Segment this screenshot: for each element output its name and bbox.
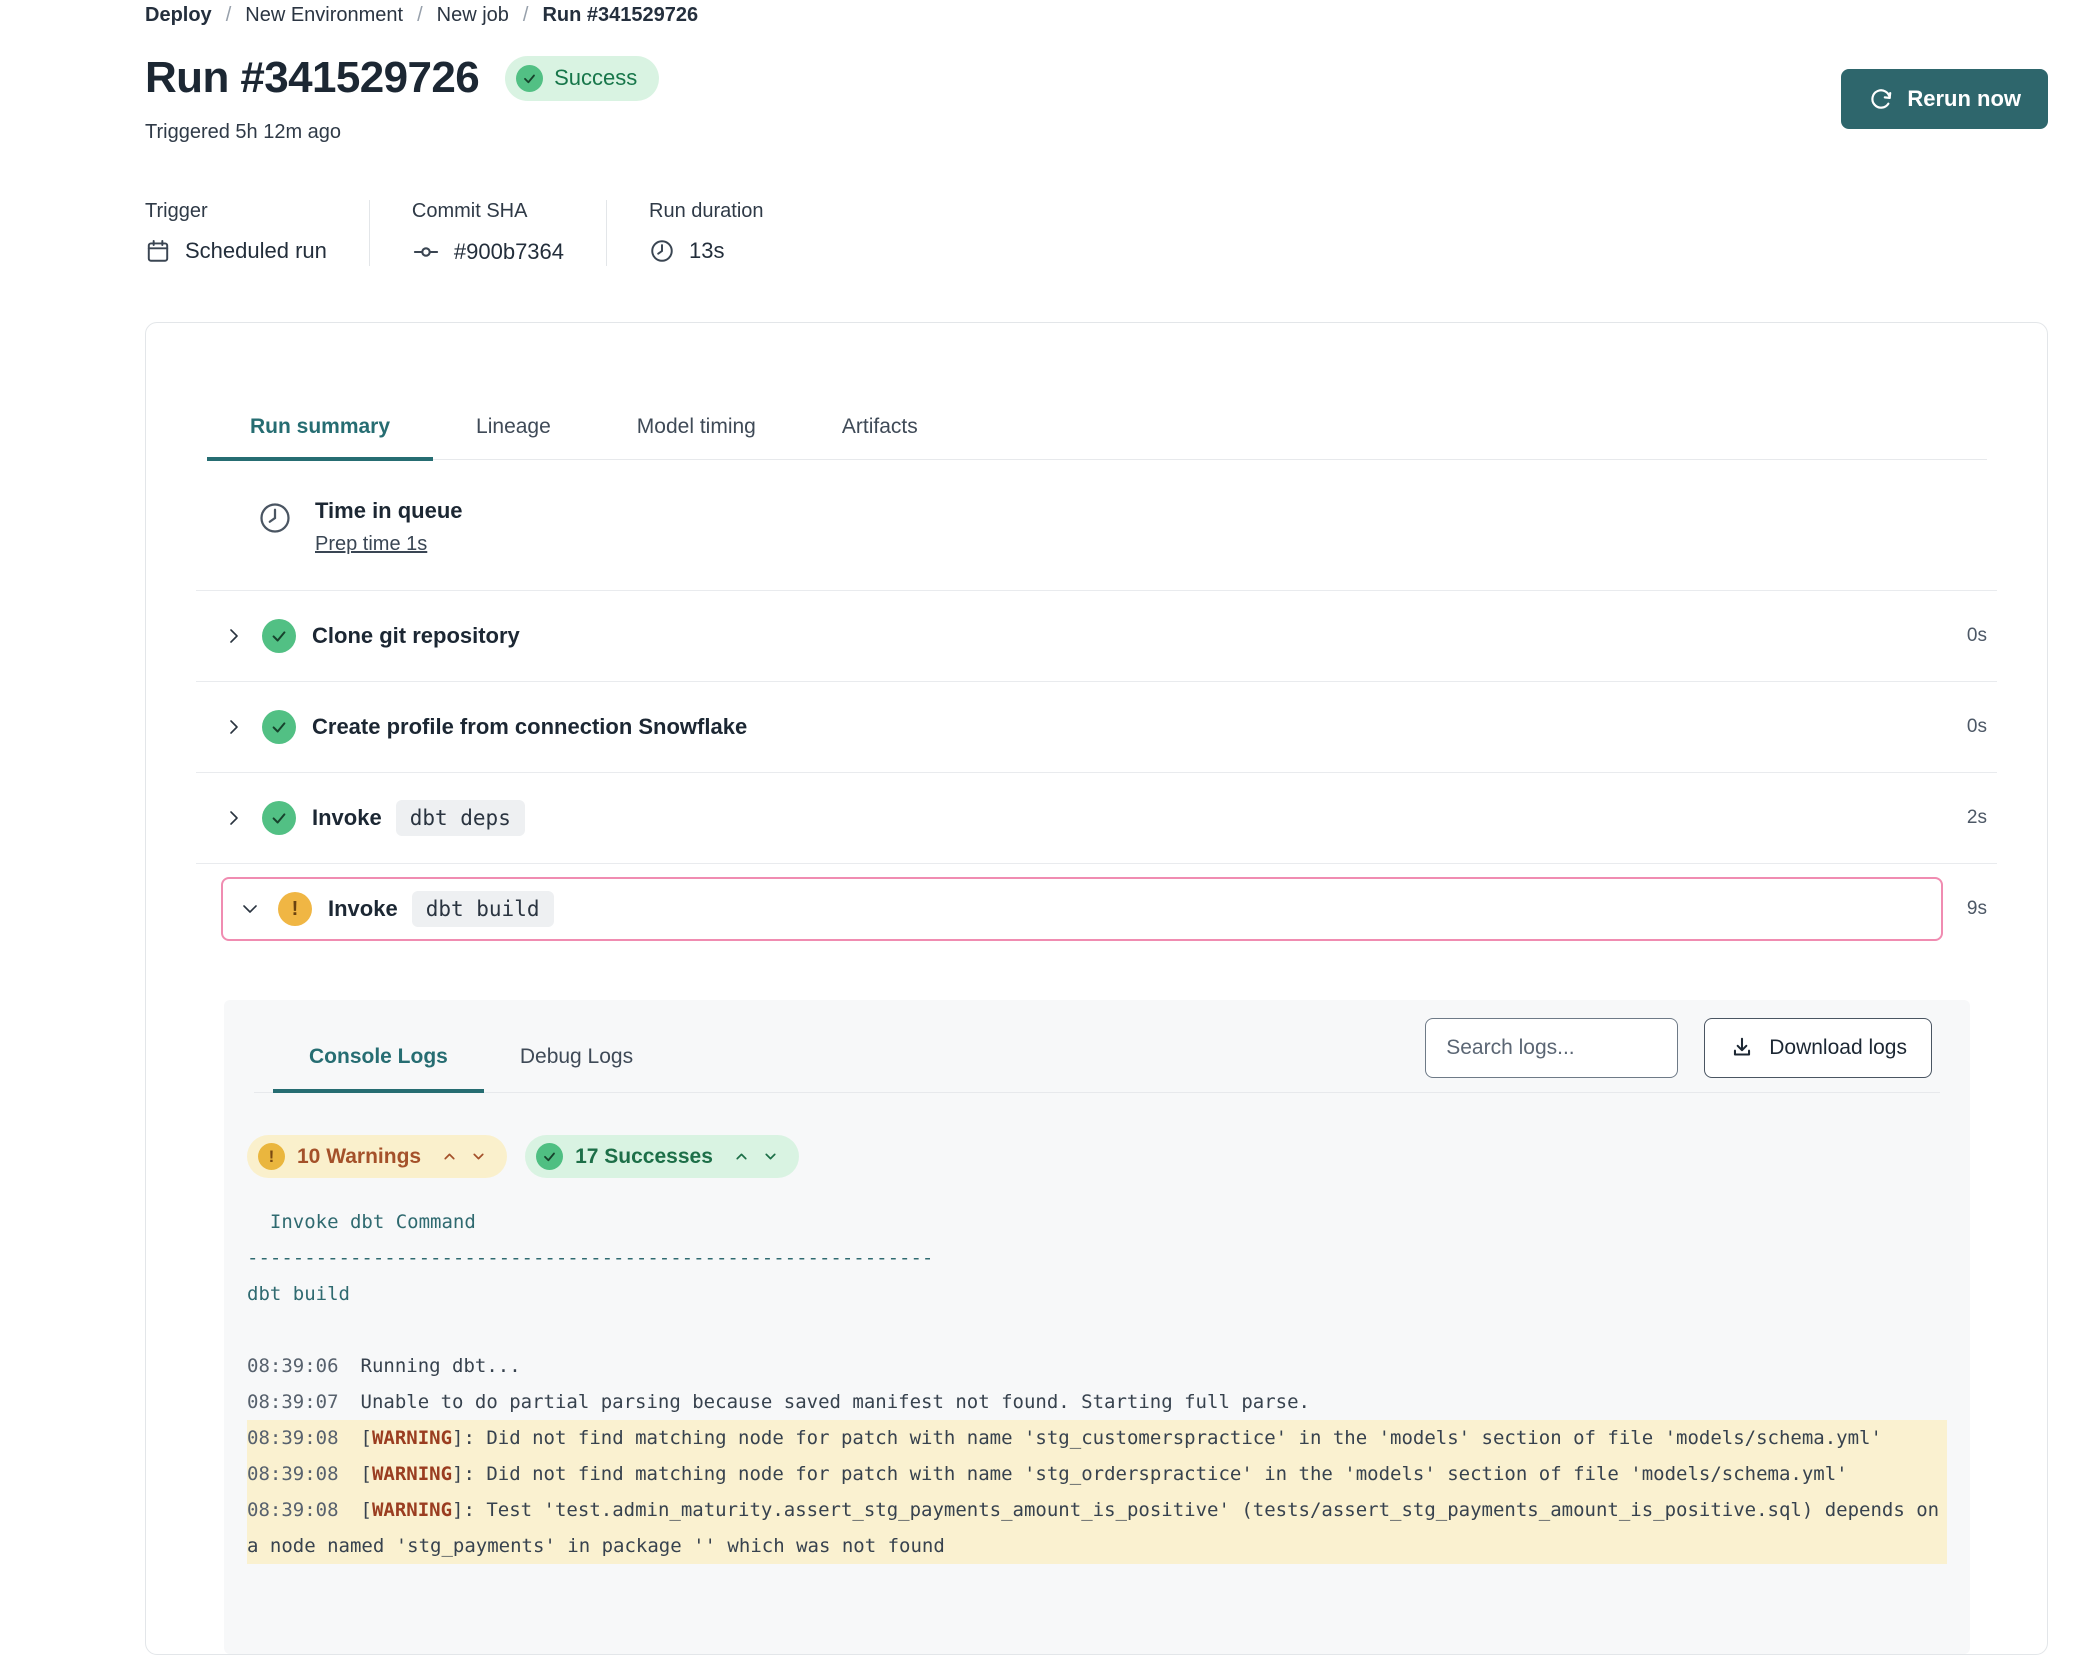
step-title: Create profile from connection Snowflake	[312, 714, 747, 740]
rerun-now-label: Rerun now	[1907, 86, 2021, 112]
log-line-warning: 08:39:08[WARNING]: Did not find matching…	[247, 1420, 1947, 1456]
step-title: Invoke	[328, 896, 398, 922]
rerun-now-button[interactable]: Rerun now	[1841, 69, 2048, 129]
caret-down-icon[interactable]	[762, 1148, 779, 1165]
caret-down-icon[interactable]	[470, 1148, 487, 1165]
log-line: 08:39:06Running dbt...	[247, 1348, 1947, 1384]
chevron-down-icon[interactable]	[240, 899, 260, 919]
time-in-queue-title: Time in queue	[315, 498, 463, 524]
tab-debug-logs[interactable]: Debug Logs	[484, 1029, 669, 1093]
warning-icon: !	[278, 892, 312, 926]
page-header: Run #341529726 Success Triggered 5h 12m …	[145, 53, 2048, 144]
run-meta: Trigger Scheduled run Commit SHA #900b73…	[145, 200, 2048, 266]
step-command-chip: dbt deps	[396, 800, 525, 836]
warning-icon: !	[258, 1143, 285, 1170]
breadcrumb-separator: /	[226, 2, 232, 29]
tab-console-logs[interactable]: Console Logs	[273, 1029, 484, 1093]
caret-up-icon[interactable]	[733, 1148, 750, 1165]
meta-trigger: Trigger Scheduled run	[145, 200, 369, 266]
warnings-badge[interactable]: ! 10 Warnings	[247, 1135, 507, 1178]
meta-duration-value: 13s	[689, 238, 724, 264]
logs-controls: Download logs	[1425, 1018, 1932, 1092]
breadcrumb-separator: /	[417, 2, 423, 29]
step-duration: 0s	[1967, 625, 1987, 647]
meta-run-duration: Run duration 13s	[606, 200, 806, 266]
clock-icon	[257, 500, 293, 556]
tab-run-summary[interactable]: Run summary	[207, 401, 433, 461]
run-summary-card: Run summary Lineage Model timing Artifac…	[145, 322, 2048, 1655]
breadcrumb-separator: /	[523, 2, 529, 29]
download-logs-label: Download logs	[1769, 1036, 1907, 1060]
logs-panel: Console Logs Debug Logs Download logs !	[224, 1000, 1970, 1654]
page-title: Run #341529726	[145, 53, 479, 103]
chevron-right-icon[interactable]	[224, 626, 244, 646]
meta-duration-label: Run duration	[649, 200, 764, 223]
refresh-icon	[1868, 86, 1894, 112]
meta-commit-label: Commit SHA	[412, 200, 564, 223]
clock-icon	[649, 238, 675, 264]
log-filter-badges: ! 10 Warnings 17 Successes	[247, 1135, 1970, 1178]
step-title: Invoke	[312, 805, 382, 831]
log-line-warning: 08:39:08[WARNING]: Test 'test.admin_matu…	[247, 1492, 1947, 1564]
download-icon	[1729, 1035, 1755, 1061]
step-title: Clone git repository	[312, 623, 520, 649]
step-row-clone-git[interactable]: Clone git repository 0s	[146, 591, 2047, 681]
log-command: dbt build	[247, 1276, 1947, 1312]
logs-header: Console Logs Debug Logs Download logs	[254, 1000, 1940, 1093]
meta-trigger-value: Scheduled run	[185, 238, 327, 264]
breadcrumb-deploy[interactable]: Deploy	[145, 2, 212, 29]
tab-model-timing[interactable]: Model timing	[594, 401, 799, 461]
commit-icon	[412, 238, 440, 266]
success-check-icon	[262, 710, 296, 744]
log-section-title: Invoke dbt Command	[247, 1204, 1947, 1240]
tab-lineage[interactable]: Lineage	[433, 401, 594, 461]
breadcrumb-new-environment[interactable]: New Environment	[245, 2, 403, 29]
warnings-badge-label: 10 Warnings	[297, 1145, 421, 1169]
step-row-create-profile[interactable]: Create profile from connection Snowflake…	[146, 682, 2047, 772]
breadcrumb-current-run: Run #341529726	[542, 2, 698, 29]
prep-time-link[interactable]: Prep time 1s	[315, 533, 427, 556]
check-circle-icon	[536, 1143, 563, 1170]
run-tabs: Run summary Lineage Model timing Artifac…	[207, 401, 1987, 460]
step-duration: 9s	[1967, 898, 1987, 920]
time-in-queue-section: Time in queue Prep time 1s	[257, 460, 2047, 590]
meta-commit-value: #900b7364	[454, 239, 564, 265]
chevron-right-icon[interactable]	[224, 808, 244, 828]
log-separator: ----------------------------------------…	[247, 1240, 1947, 1276]
step-row-dbt-build: ! Invoke dbt build 9s	[146, 864, 2047, 954]
step-row-dbt-deps[interactable]: Invoke dbt deps 2s	[146, 773, 2047, 863]
caret-up-icon[interactable]	[441, 1148, 458, 1165]
console-log-output: Invoke dbt Command ---------------------…	[247, 1204, 1947, 1564]
search-logs-input[interactable]	[1425, 1018, 1678, 1078]
breadcrumb-new-job[interactable]: New job	[437, 2, 509, 29]
run-detail-page: Deploy / New Environment / New job / Run…	[0, 0, 2090, 1655]
log-blank-line	[247, 1312, 1947, 1348]
calendar-icon	[145, 238, 171, 264]
breadcrumb: Deploy / New Environment / New job / Run…	[145, 2, 2048, 29]
triggered-text: Triggered 5h 12m ago	[145, 121, 659, 144]
step-duration: 0s	[1967, 716, 1987, 738]
chevron-right-icon[interactable]	[224, 717, 244, 737]
successes-badge-label: 17 Successes	[575, 1145, 713, 1169]
status-badge-label: Success	[554, 65, 637, 91]
check-circle-icon	[516, 65, 543, 92]
status-badge: Success	[505, 56, 659, 101]
step-dbt-build-selected[interactable]: ! Invoke dbt build	[221, 877, 1943, 941]
step-command-chip: dbt build	[412, 891, 554, 927]
successes-badge[interactable]: 17 Successes	[525, 1135, 799, 1178]
download-logs-button[interactable]: Download logs	[1704, 1018, 1932, 1078]
tab-artifacts[interactable]: Artifacts	[799, 401, 961, 461]
step-duration: 2s	[1967, 807, 1987, 829]
meta-trigger-label: Trigger	[145, 200, 327, 223]
logs-tabs: Console Logs Debug Logs	[273, 1029, 669, 1092]
log-line-warning: 08:39:08[WARNING]: Did not find matching…	[247, 1456, 1947, 1492]
meta-commit-sha: Commit SHA #900b7364	[369, 200, 606, 266]
log-line: 08:39:07Unable to do partial parsing bec…	[247, 1384, 1947, 1420]
success-check-icon	[262, 801, 296, 835]
success-check-icon	[262, 619, 296, 653]
